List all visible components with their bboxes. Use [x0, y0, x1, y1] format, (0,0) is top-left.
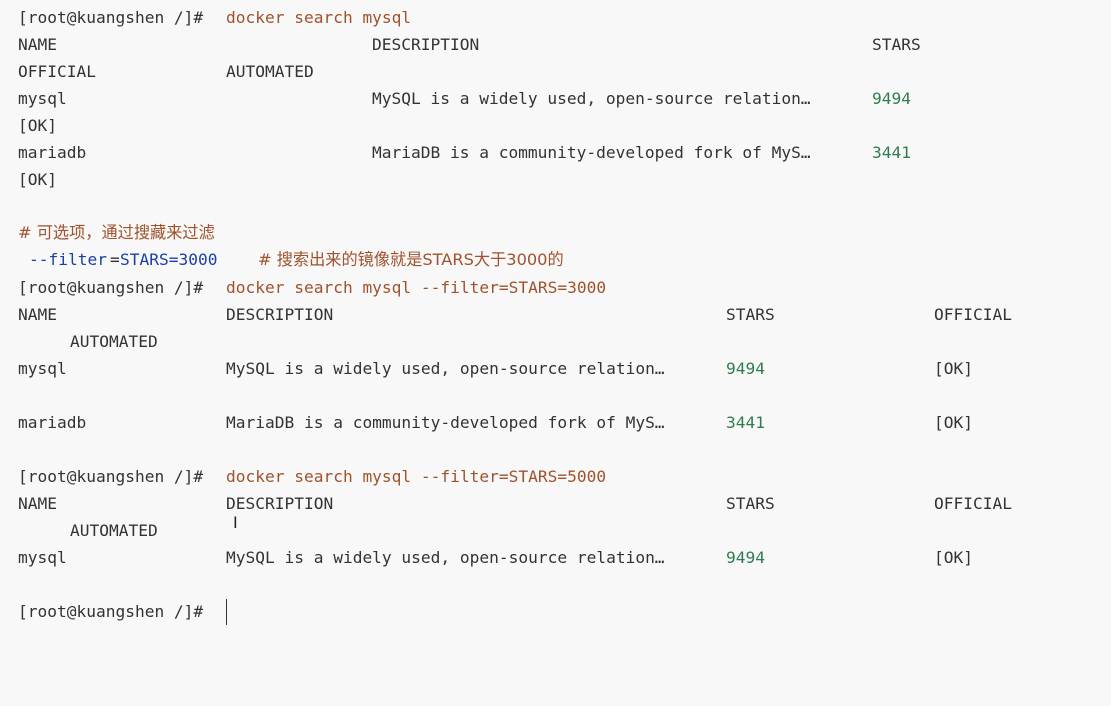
table-row-wrap: [OK]: [0, 166, 57, 193]
prompt: [root@kuangshen /]#: [18, 467, 204, 486]
row-name: mysql: [18, 548, 67, 567]
row-stars: 3441: [726, 413, 765, 432]
table-row: mysql MySQL is a widely used, open-sourc…: [0, 544, 973, 571]
row-description: MariaDB is a community-developed fork of…: [372, 143, 811, 162]
row-name: mysql: [18, 359, 67, 378]
row-description: MySQL is a widely used, open-source rela…: [372, 89, 811, 108]
header-name: NAME: [18, 494, 57, 513]
row-name: mariadb: [18, 413, 87, 432]
filter-value: STARS=3000: [120, 250, 218, 269]
table-header: NAME DESCRIPTION STARS OFFICIAL: [0, 301, 1012, 328]
header-description: DESCRIPTION: [226, 494, 334, 513]
table-row: mysql MySQL is a widely used, open-sourc…: [0, 85, 911, 112]
row-official: [OK]: [18, 116, 57, 135]
filter-example-line: --filter = STARS=3000 # 搜索出来的镜像就是STARS大于…: [0, 246, 564, 273]
row-name: mysql: [18, 89, 67, 108]
header-stars: STARS: [726, 305, 775, 324]
header-automated: AUTOMATED: [226, 62, 314, 81]
header-automated: AUTOMATED: [70, 521, 158, 540]
row-stars: 9494: [726, 359, 765, 378]
row-description: MySQL is a widely used, open-source rela…: [226, 359, 665, 378]
prompt: [root@kuangshen /]#: [18, 278, 204, 297]
prompt: [root@kuangshen /]#: [18, 8, 204, 27]
header-official: OFFICIAL: [18, 62, 96, 81]
command-text: docker search mysql: [226, 8, 412, 27]
row-official: [OK]: [934, 359, 973, 378]
table-header: NAME DESCRIPTION STARS: [0, 31, 921, 58]
row-official: [OK]: [18, 170, 57, 189]
row-official: [OK]: [934, 548, 973, 567]
command-text: docker search mysql --filter=STARS=3000: [226, 278, 607, 297]
command-line: [root@kuangshen /]# docker search mysql: [0, 4, 411, 31]
row-name: mariadb: [18, 143, 87, 162]
row-stars: 9494: [872, 89, 911, 108]
row-official: [OK]: [934, 413, 973, 432]
table-header-wrap: OFFICIAL AUTOMATED: [0, 58, 314, 85]
i-beam-cursor-icon: I: [233, 513, 238, 532]
table-header: NAME DESCRIPTION STARS OFFICIAL: [0, 490, 1012, 517]
table-header-wrap: AUTOMATED: [0, 328, 158, 355]
header-name: NAME: [18, 305, 57, 324]
header-stars: STARS: [726, 494, 775, 513]
header-name: NAME: [18, 35, 57, 54]
terminal-window[interactable]: [root@kuangshen /]# docker search mysql …: [0, 0, 1111, 630]
text-cursor: [226, 599, 227, 625]
row-description: MariaDB is a community-developed fork of…: [226, 413, 665, 432]
active-prompt-line[interactable]: [root@kuangshen /]#: [0, 598, 203, 625]
row-stars: 9494: [726, 548, 765, 567]
row-stars: 3441: [872, 143, 911, 162]
filter-operator: =: [110, 250, 120, 269]
command-line: [root@kuangshen /]# docker search mysql …: [0, 463, 606, 490]
comment-line: # 可选项，通过搜藏来过滤: [0, 219, 215, 246]
header-official: OFFICIAL: [934, 494, 1012, 513]
header-stars: STARS: [872, 35, 921, 54]
table-row: mariadb MariaDB is a community-developed…: [0, 139, 911, 166]
prompt: [root@kuangshen /]#: [18, 602, 204, 621]
table-row: mariadb MariaDB is a community-developed…: [0, 409, 973, 436]
header-official: OFFICIAL: [934, 305, 1012, 324]
table-row-wrap: [OK]: [0, 112, 57, 139]
command-line: [root@kuangshen /]# docker search mysql …: [0, 274, 606, 301]
header-automated: AUTOMATED: [70, 332, 158, 351]
command-text: docker search mysql --filter=STARS=5000: [226, 467, 607, 486]
table-row: mysql MySQL is a widely used, open-sourc…: [0, 355, 973, 382]
header-description: DESCRIPTION: [372, 35, 480, 54]
filter-flag: --filter: [29, 250, 107, 269]
filter-comment: # 搜索出来的镜像就是STARS大于3000的: [258, 250, 564, 269]
table-header-wrap: AUTOMATED: [0, 517, 158, 544]
comment-text: # 可选项，通过搜藏来过滤: [18, 223, 215, 242]
header-description: DESCRIPTION: [226, 305, 334, 324]
row-description: MySQL is a widely used, open-source rela…: [226, 548, 665, 567]
